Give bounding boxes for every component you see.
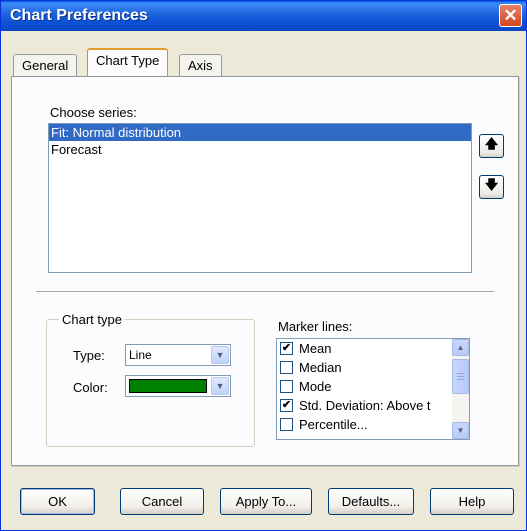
marker-item-label: Median — [299, 360, 342, 375]
marker-item-mode[interactable]: Mode — [280, 377, 332, 396]
checkbox[interactable]: ✔ — [280, 342, 293, 355]
chevron-down-icon[interactable]: ▼ — [211, 346, 229, 364]
help-button[interactable]: Help — [430, 488, 514, 515]
thumb-grip — [457, 376, 464, 377]
arrow-up-icon: 🡅 — [484, 136, 499, 151]
chevron-down-icon[interactable]: ▼ — [211, 377, 229, 395]
choose-series-label: Choose series: — [50, 105, 137, 120]
color-swatch — [129, 379, 207, 393]
marker-item-median[interactable]: Median — [280, 358, 342, 377]
move-down-button[interactable]: 🡇 — [479, 175, 504, 199]
marker-item-label: Mean — [299, 341, 332, 356]
type-label: Type: — [73, 348, 105, 363]
marker-item-label: Percentile... — [299, 417, 368, 432]
tab-chart-type-label: Chart Type — [96, 53, 160, 68]
checkbox[interactable] — [280, 380, 293, 393]
title-bar[interactable]: Chart Preferences ✕ — [1, 1, 526, 31]
tab-general-label: General — [22, 58, 69, 73]
vertical-scrollbar[interactable]: ▲ ▼ — [452, 339, 469, 439]
series-listbox[interactable]: Fit: Normal distribution Forecast — [48, 123, 472, 273]
tab-chart-type[interactable]: Chart Type — [87, 48, 169, 76]
checkbox[interactable] — [280, 418, 293, 431]
checkbox[interactable]: ✔ — [280, 399, 293, 412]
tab-axis-label: Axis — [188, 58, 213, 73]
checkbox[interactable] — [280, 361, 293, 374]
defaults-button[interactable]: Defaults... — [328, 488, 414, 515]
type-select-value: Line — [129, 348, 152, 362]
thumb-grip — [457, 379, 464, 380]
marker-item-percentile[interactable]: Percentile... — [280, 415, 368, 434]
move-up-button[interactable]: 🡅 — [479, 134, 504, 158]
cancel-button[interactable]: Cancel — [120, 488, 204, 515]
marker-item-mean[interactable]: ✔ Mean — [280, 339, 332, 358]
marker-item-std-deviation[interactable]: ✔ Std. Deviation: Above t — [280, 396, 431, 415]
scroll-up-icon[interactable]: ▲ — [452, 339, 469, 356]
arrow-down-icon: 🡇 — [484, 177, 499, 192]
chart-type-group: Chart type Type: Line ▼ Color: ▼ — [46, 312, 255, 447]
scroll-down-icon[interactable]: ▼ — [452, 422, 469, 439]
apply-to-button[interactable]: Apply To... — [220, 488, 312, 515]
color-select[interactable]: ▼ — [125, 375, 231, 397]
close-icon[interactable]: ✕ — [499, 4, 522, 27]
scroll-thumb[interactable] — [452, 359, 469, 394]
marker-lines-label: Marker lines: — [278, 319, 353, 334]
list-item[interactable]: Forecast — [49, 141, 471, 158]
type-select[interactable]: Line ▼ — [125, 344, 231, 366]
color-label: Color: — [73, 380, 108, 395]
marker-lines-list[interactable]: ✔ Mean Median Mode ✔ Std. Deviation: Abo… — [276, 338, 470, 440]
list-item[interactable]: Fit: Normal distribution — [49, 124, 471, 141]
marker-item-label: Std. Deviation: Above t — [299, 398, 431, 413]
chart-type-group-label: Chart type — [59, 312, 125, 327]
marker-item-label: Mode — [299, 379, 332, 394]
tab-panel: Choose series: Fit: Normal distribution … — [11, 76, 519, 466]
thumb-grip — [457, 373, 464, 374]
separator — [36, 291, 494, 293]
ok-button[interactable]: OK — [20, 488, 95, 515]
dialog-title: Chart Preferences — [10, 7, 148, 24]
chart-preferences-dialog: Chart Preferences ✕ General Chart Type A… — [0, 0, 527, 531]
